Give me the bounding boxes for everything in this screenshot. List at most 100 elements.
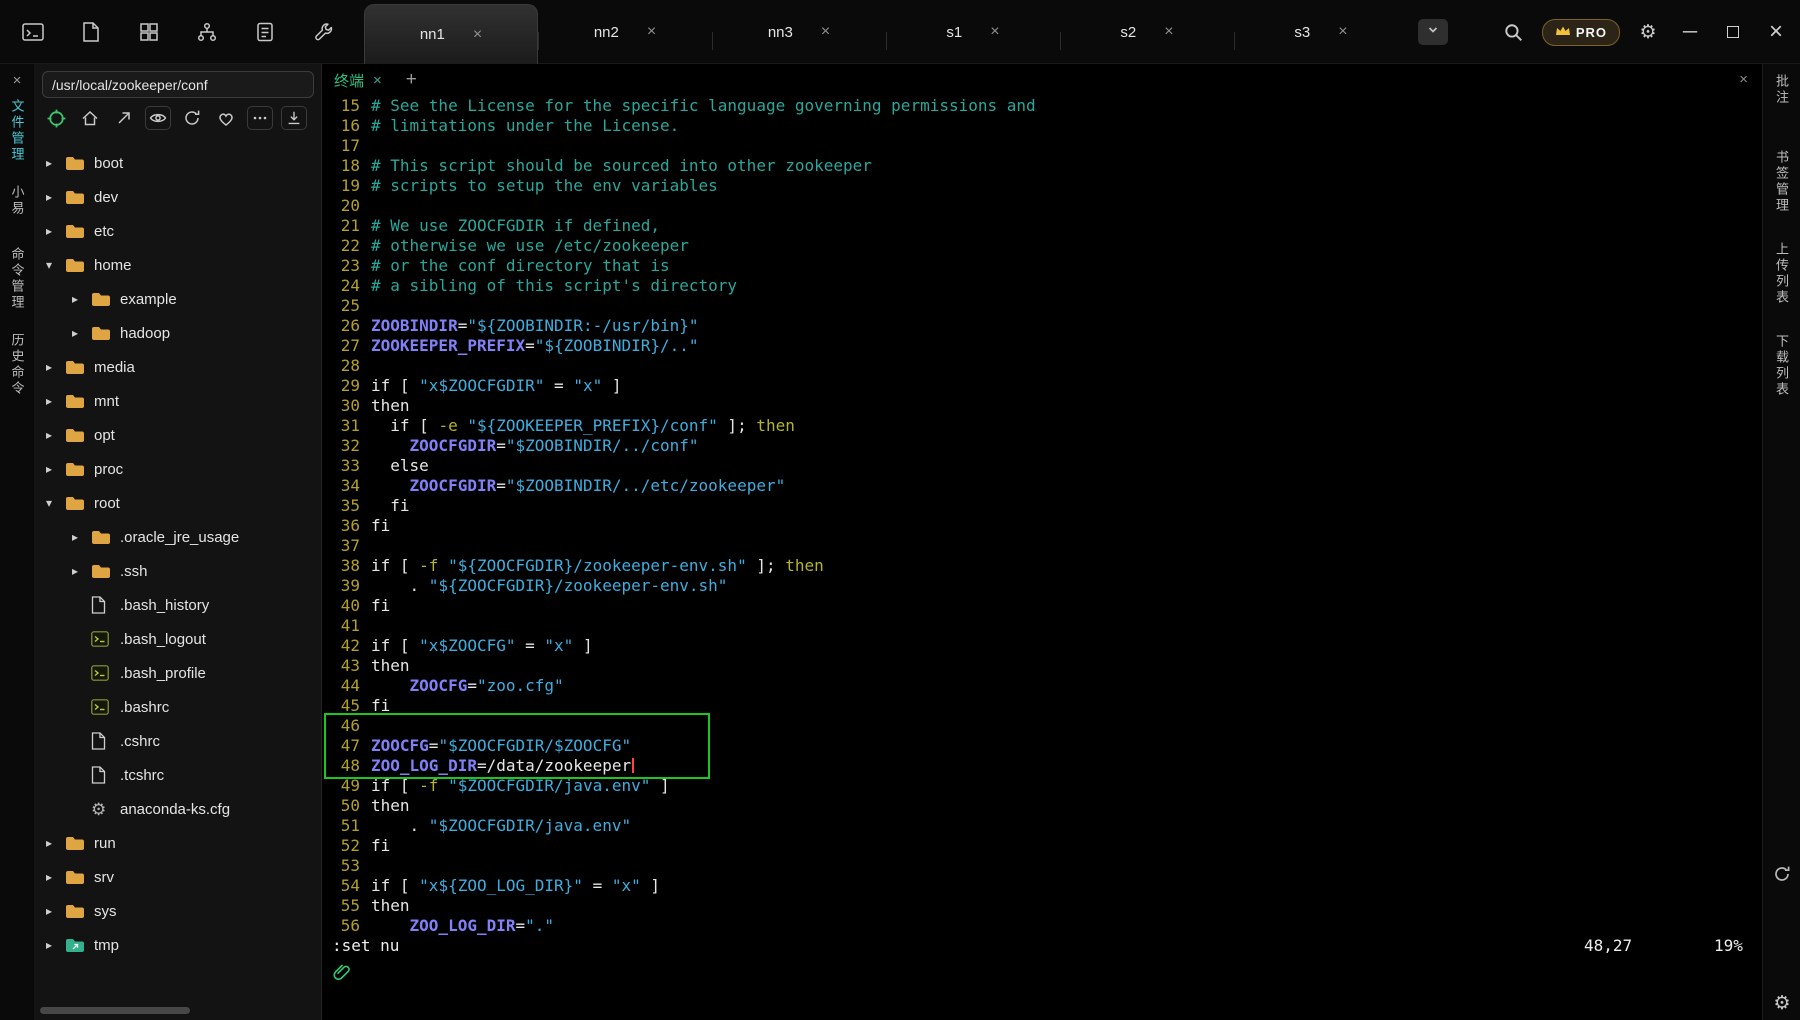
chevron-collapsed-icon[interactable]: ▸ [46,870,62,884]
chevron-collapsed-icon[interactable]: ▸ [72,326,88,340]
maximize-button[interactable] [1719,21,1747,44]
chevron-collapsed-icon[interactable]: ▸ [72,564,88,578]
minimize-button[interactable]: ─ [1676,21,1704,44]
connections-icon[interactable] [194,19,220,45]
task-list-icon[interactable] [252,19,278,45]
chevron-collapsed-icon[interactable]: ▸ [46,428,62,442]
tree-item-run[interactable]: ▸run [34,826,321,860]
home-icon[interactable] [77,106,103,130]
tree-item-sys[interactable]: ▸sys [34,894,321,928]
tree-item-.bash_logout[interactable]: .bash_logout [34,622,321,656]
tools-icon[interactable] [310,19,336,45]
session-tab-nn1[interactable]: nn1× [364,4,538,64]
terminal-icon[interactable] [20,19,46,45]
left-tab-2[interactable]: 命令管理 [8,247,27,311]
tab-close-icon[interactable]: × [821,24,830,40]
right-tab-2[interactable]: 上传列表 [1772,242,1791,306]
refresh-icon[interactable] [179,106,205,130]
tree-item-boot[interactable]: ▸boot [34,146,321,180]
chevron-collapsed-icon[interactable]: ▸ [72,530,88,544]
tree-item-.tcshrc[interactable]: .tcshrc [34,758,321,792]
tree-item-.oracle_jre_usage[interactable]: ▸.oracle_jre_usage [34,520,321,554]
apps-grid-icon[interactable] [136,19,162,45]
chevron-collapsed-icon[interactable]: ▸ [46,938,62,952]
tree-item-example[interactable]: ▸example [34,282,321,316]
horizontal-scrollbar[interactable] [40,1007,190,1014]
session-tab-s2[interactable]: s2× [1060,0,1234,64]
chevron-collapsed-icon[interactable]: ▸ [72,292,88,306]
right-tab-1[interactable]: 书签管理 [1772,150,1791,214]
tree-item-dev[interactable]: ▸dev [34,180,321,214]
tree-item-home[interactable]: ▾home [34,248,321,282]
session-tab-nn2[interactable]: nn2× [538,0,712,64]
terminal-tab[interactable]: 终端 [334,70,364,91]
code-line: 54if [ "x${ZOO_LOG_DIR}" = "x" ] [322,876,1036,896]
chevron-expanded-icon[interactable]: ▾ [46,496,62,510]
pro-badge[interactable]: PRO [1542,19,1620,46]
close-button[interactable]: × [1762,18,1790,46]
chevron-collapsed-icon[interactable]: ▸ [46,836,62,850]
target-icon[interactable] [43,106,69,130]
tree-item-.cshrc[interactable]: .cshrc [34,724,321,758]
tree-item-.bashrc[interactable]: .bashrc [34,690,321,724]
left-tab-3[interactable]: 历史命令 [8,333,27,397]
tab-close-icon[interactable]: × [1164,24,1173,40]
terminal-tab-close-icon[interactable]: × [373,72,382,89]
tree-item-anaconda-ks.cfg[interactable]: ⚙anaconda-ks.cfg [34,792,321,826]
tab-close-icon[interactable]: × [990,24,999,40]
chevron-collapsed-icon[interactable]: ▸ [46,224,62,238]
tree-item-root[interactable]: ▾root [34,486,321,520]
tree-item-.bash_profile[interactable]: .bash_profile [34,656,321,690]
heart-icon[interactable] [213,106,239,130]
chevron-collapsed-icon[interactable]: ▸ [46,360,62,374]
chevron-expanded-icon[interactable]: ▾ [46,258,62,272]
tree-item-hadoop[interactable]: ▸hadoop [34,316,321,350]
gear-icon[interactable]: ⚙ [1763,994,1800,1013]
chevron-collapsed-icon[interactable]: ▸ [46,156,62,170]
tree-item-proc[interactable]: ▸proc [34,452,321,486]
more-icon[interactable] [247,106,273,130]
tree-item-tmp[interactable]: ▸tmp [34,928,321,962]
session-tab-s1[interactable]: s1× [886,0,1060,64]
terminal-panel-close-icon[interactable]: × [1739,71,1748,88]
session-tab-nn3[interactable]: nn3× [712,0,886,64]
tab-close-icon[interactable]: × [473,27,482,43]
new-terminal-tab-button[interactable]: + [406,69,417,91]
tree-item-etc[interactable]: ▸etc [34,214,321,248]
download-icon[interactable] [281,106,307,130]
refresh-icon[interactable] [1763,864,1800,884]
tab-close-icon[interactable]: × [647,24,656,40]
tree-item-.bash_history[interactable]: .bash_history [34,588,321,622]
folder-icon [65,155,87,171]
settings-gear-icon[interactable]: ⚙ [1635,19,1661,45]
tree-item-srv[interactable]: ▸srv [34,860,321,894]
left-tab-0[interactable]: 文件管理 [8,99,27,163]
tree-item-mnt[interactable]: ▸mnt [34,384,321,418]
attachment-icon[interactable] [332,962,352,987]
code-area[interactable]: 15# See the License for the specific lan… [322,96,1036,936]
line-number: 34 [332,476,360,496]
right-tab-0[interactable]: 批注 [1772,74,1791,106]
jump-arrow-icon[interactable] [111,106,137,130]
session-tab-s3[interactable]: s3× [1234,0,1408,64]
line-number: 39 [332,576,360,596]
tab-close-icon[interactable]: × [1338,24,1347,40]
search-icon[interactable] [1501,19,1527,45]
tree-item-media[interactable]: ▸media [34,350,321,384]
chevron-collapsed-icon[interactable]: ▸ [46,904,62,918]
chevron-collapsed-icon[interactable]: ▸ [46,462,62,476]
path-input[interactable] [42,71,314,98]
tree-item-.ssh[interactable]: ▸.ssh [34,554,321,588]
code-line: 15# See the License for the specific lan… [322,96,1036,116]
line-number: 55 [332,896,360,916]
eye-icon[interactable] [145,106,171,130]
right-tab-3[interactable]: 下载列表 [1772,334,1791,398]
tree-item-opt[interactable]: ▸opt [34,418,321,452]
code-line: 27ZOOKEEPER_PREFIX="${ZOOBINDIR}/.." [322,336,1036,356]
panel-close-icon[interactable]: × [13,72,22,89]
chevron-collapsed-icon[interactable]: ▸ [46,394,62,408]
tab-list-dropdown[interactable] [1418,19,1448,45]
chevron-collapsed-icon[interactable]: ▸ [46,190,62,204]
left-tab-1[interactable]: 小易 [8,185,27,217]
new-file-icon[interactable] [78,19,104,45]
